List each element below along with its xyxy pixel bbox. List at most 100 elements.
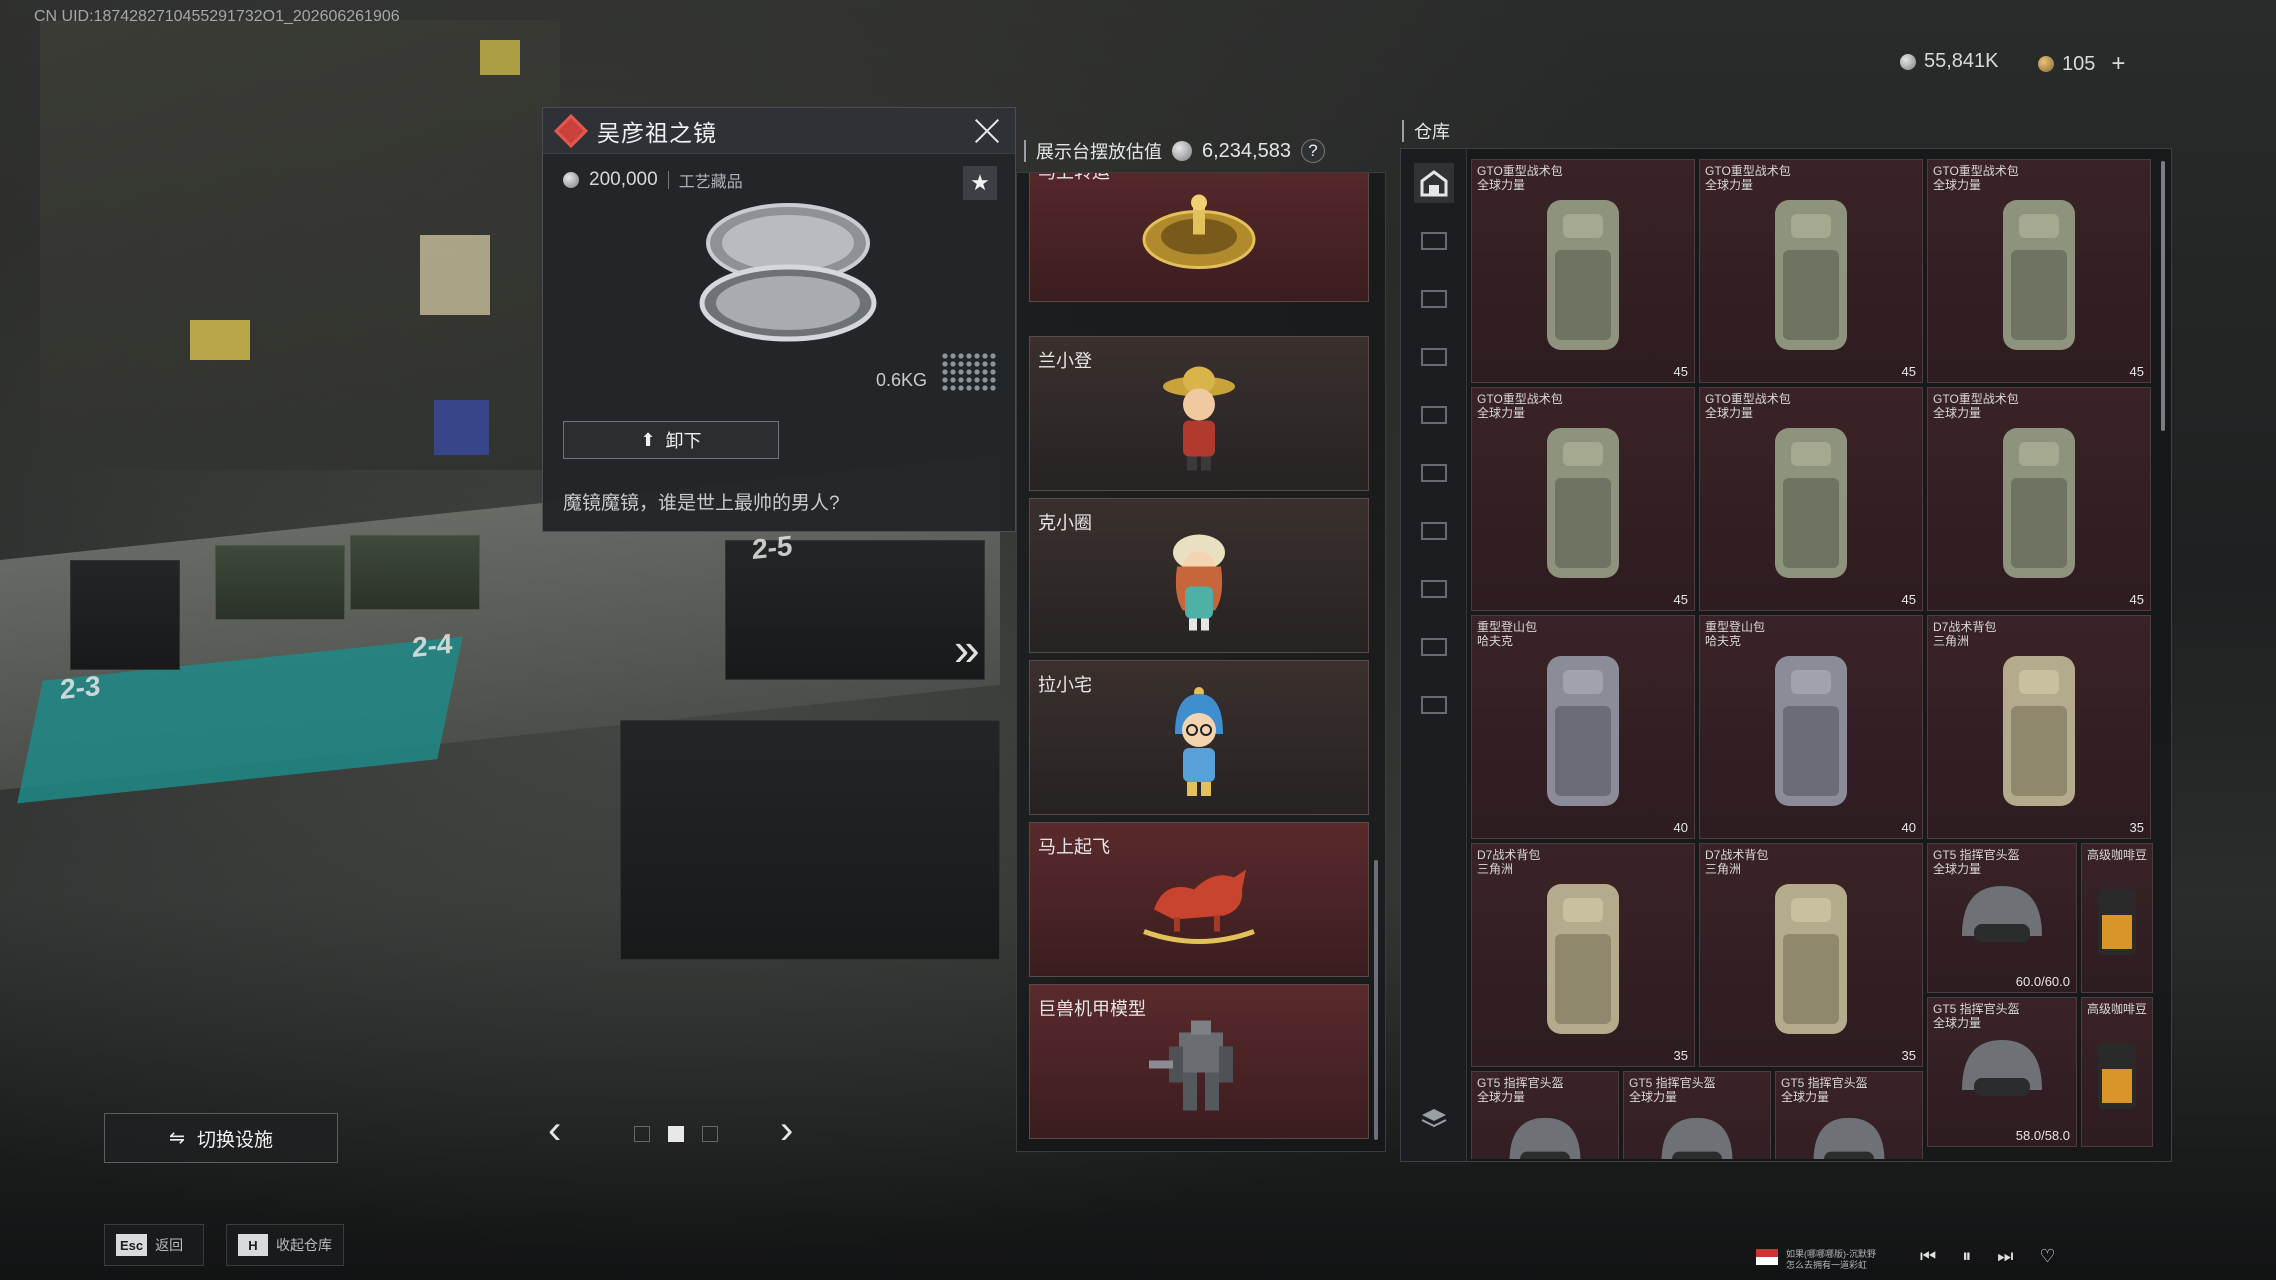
esc-label: 返回 bbox=[155, 1237, 184, 1253]
storage-tab-icon[interactable] bbox=[1414, 453, 1454, 493]
warehouse-panel: GTO重型战术包 全球力量 45 GTO重型战术包 全球力量 45 GTO重型战… bbox=[1400, 148, 2172, 1162]
item-count: 35 bbox=[1673, 1048, 1688, 1063]
warehouse-item[interactable]: GT5 指挥官头盔 全球力量 60.0/60.0 bbox=[1927, 843, 2077, 993]
stand-slot[interactable]: 兰小登 bbox=[1029, 336, 1369, 491]
warehouse-item[interactable]: 重型登山包 哈夫克 40 bbox=[1471, 615, 1695, 839]
warehouse-item[interactable]: GTO重型战术包 全球力量 45 bbox=[1471, 159, 1695, 383]
stand-header: 展示台摆放估值 6,234,583 ? bbox=[1024, 136, 1325, 166]
girl-figure-icon bbox=[1173, 534, 1225, 630]
rarity-diamond-icon bbox=[554, 113, 588, 148]
item-name: GTO重型战术包 全球力量 bbox=[1933, 164, 2019, 192]
collapse-warehouse-hint[interactable]: H 收起仓库 bbox=[238, 1234, 332, 1256]
warehouse-item[interactable]: 重型登山包 哈夫克 40 bbox=[1699, 615, 1923, 839]
stand-slot[interactable]: 马上转运 bbox=[1029, 173, 1369, 302]
next-chevron-icon[interactable]: » bbox=[954, 622, 980, 676]
backpack-icon bbox=[2003, 428, 2075, 579]
storage-tab-icon[interactable] bbox=[1414, 337, 1454, 377]
item-category: 工艺藏品 bbox=[678, 174, 743, 191]
prev-page-icon[interactable]: ‹ bbox=[548, 1108, 561, 1153]
page-dot[interactable] bbox=[634, 1126, 650, 1142]
heart-icon[interactable]: ♡ bbox=[2039, 1246, 2055, 1267]
h-label: 收起仓库 bbox=[276, 1237, 332, 1253]
help-icon[interactable]: ? bbox=[1300, 139, 1325, 163]
warehouse-item[interactable]: GTO重型战术包 全球力量 45 bbox=[1927, 387, 2151, 611]
warehouse-item[interactable]: GT5 指挥官头盔 全球力量 bbox=[1775, 1071, 1923, 1159]
h-key: H bbox=[238, 1234, 268, 1256]
storage-tab-icon[interactable] bbox=[1414, 221, 1454, 261]
warehouse-item[interactable]: D7战术背包 三角洲 35 bbox=[1927, 615, 2151, 839]
warehouse-item[interactable]: GTO重型战术包 全球力量 45 bbox=[1699, 387, 1923, 611]
divider bbox=[667, 171, 669, 189]
item-count: 40 bbox=[1901, 820, 1916, 835]
storage-tab-icon[interactable] bbox=[1414, 279, 1454, 319]
stand-slot[interactable]: 巨兽机甲模型 bbox=[1029, 984, 1369, 1139]
storage-tab-icon[interactable] bbox=[1414, 511, 1454, 551]
item-name: GTO重型战术包 全球力量 bbox=[1705, 392, 1791, 420]
stand-slot[interactable]: 拉小宅 bbox=[1029, 660, 1369, 815]
storage-tab-icon[interactable] bbox=[1414, 569, 1454, 609]
upload-icon: ⬆ bbox=[640, 429, 656, 450]
next-page-icon[interactable]: › bbox=[780, 1108, 793, 1153]
slot-label: 马上起飞 bbox=[1038, 837, 1110, 857]
stand-slot[interactable]: 克小圈 bbox=[1029, 498, 1369, 653]
storage-tab-icon[interactable] bbox=[1414, 395, 1454, 435]
warehouse-item[interactable]: D7战术背包 三角洲 35 bbox=[1699, 843, 1923, 1067]
item-size-grid-icon bbox=[941, 352, 997, 392]
warehouse-item[interactable]: GTO重型战术包 全球力量 45 bbox=[1471, 387, 1695, 611]
warehouse-scrollbar[interactable] bbox=[2161, 161, 2165, 431]
warehouse-item[interactable]: GT5 指挥官头盔 全球力量 bbox=[1471, 1071, 1619, 1159]
silver-coin-icon bbox=[1900, 53, 1916, 70]
slot-label: 拉小宅 bbox=[1038, 675, 1092, 695]
item-count: 45 bbox=[1673, 364, 1688, 379]
stand-scrollbar[interactable] bbox=[1374, 860, 1378, 1140]
item-count: 45 bbox=[1673, 592, 1688, 607]
favorite-star-icon[interactable]: ★ bbox=[963, 166, 997, 200]
esc-hint[interactable]: Esc 返回 bbox=[116, 1234, 183, 1256]
warehouse-item[interactable]: 高级咖啡豆 bbox=[2081, 843, 2153, 993]
storage-tab-icon[interactable] bbox=[1414, 685, 1454, 725]
add-gold-button[interactable]: + bbox=[2111, 50, 2125, 78]
page-dot-active[interactable] bbox=[668, 1126, 684, 1142]
warehouse-item[interactable]: 高级咖啡豆 bbox=[2081, 997, 2153, 1147]
layers-icon[interactable] bbox=[1414, 1099, 1454, 1139]
warehouse-item[interactable]: GTO重型战术包 全球力量 45 bbox=[1699, 159, 1923, 383]
gold-coin-icon bbox=[2038, 56, 2054, 72]
item-name: GT5 指挥官头盔 全球力量 bbox=[1629, 1076, 1716, 1104]
backpack-icon bbox=[1775, 656, 1847, 807]
unload-button[interactable]: ⬆ 卸下 bbox=[563, 421, 779, 459]
item-name: D7战术背包 三角洲 bbox=[1477, 848, 1541, 876]
item-weight: 0.6KG bbox=[875, 370, 927, 390]
roulette-figure-icon bbox=[1142, 194, 1256, 269]
warehouse-item[interactable]: D7战术背包 三角洲 35 bbox=[1471, 843, 1695, 1067]
stand-title: 展示台摆放估值 bbox=[1036, 142, 1162, 162]
page-dot[interactable] bbox=[702, 1126, 718, 1142]
backpack-icon bbox=[1775, 428, 1847, 579]
close-icon[interactable] bbox=[969, 114, 1003, 148]
boy-figure-icon bbox=[1175, 686, 1223, 796]
item-detail-panel: 吴彦祖之镜 200,000 工艺藏品 ★ 0.6KG ⬆ 卸下 魔镜魔镜，谁是世… bbox=[542, 107, 1016, 532]
warehouse-home-icon[interactable] bbox=[1414, 163, 1454, 203]
backpack-icon bbox=[1547, 884, 1619, 1035]
previous-track-icon[interactable]: ⏮ bbox=[1920, 1246, 1936, 1267]
switch-facility-button[interactable]: ⇋ 切换设施 bbox=[104, 1113, 338, 1163]
divider bbox=[1402, 120, 1404, 142]
mirror-item-image bbox=[699, 203, 877, 342]
warehouse-item[interactable]: GT5 指挥官头盔 全球力量 58.0/58.0 bbox=[1927, 997, 2077, 1147]
item-name: 重型登山包 哈夫克 bbox=[1705, 620, 1766, 648]
warehouse-item[interactable]: GTO重型战术包 全球力量 45 bbox=[1927, 159, 2151, 383]
item-count: 35 bbox=[2129, 820, 2144, 835]
backpack-icon bbox=[1547, 428, 1619, 579]
item-name: GTO重型战术包 全球力量 bbox=[1477, 164, 1563, 192]
coffee-bag-icon bbox=[2098, 1042, 2136, 1109]
item-name: GT5 指挥官头盔 全球力量 bbox=[1781, 1076, 1868, 1104]
swap-icon: ⇋ bbox=[169, 1127, 185, 1149]
warehouse-item[interactable]: GT5 指挥官头盔 全球力量 bbox=[1623, 1071, 1771, 1159]
storage-tab-icon[interactable] bbox=[1414, 627, 1454, 667]
slot-label: 巨兽机甲模型 bbox=[1038, 999, 1146, 1019]
item-count: 60.0/60.0 bbox=[2015, 974, 2070, 989]
user-uid: CN UID:1874282710455291732O1_20260626190… bbox=[34, 8, 400, 25]
pause-icon[interactable]: ⏸ bbox=[1962, 1246, 1971, 1267]
stand-slot[interactable]: 马上起飞 bbox=[1029, 822, 1369, 977]
unload-label: 卸下 bbox=[665, 431, 702, 451]
next-track-icon[interactable]: ⏭ bbox=[1997, 1246, 2013, 1267]
